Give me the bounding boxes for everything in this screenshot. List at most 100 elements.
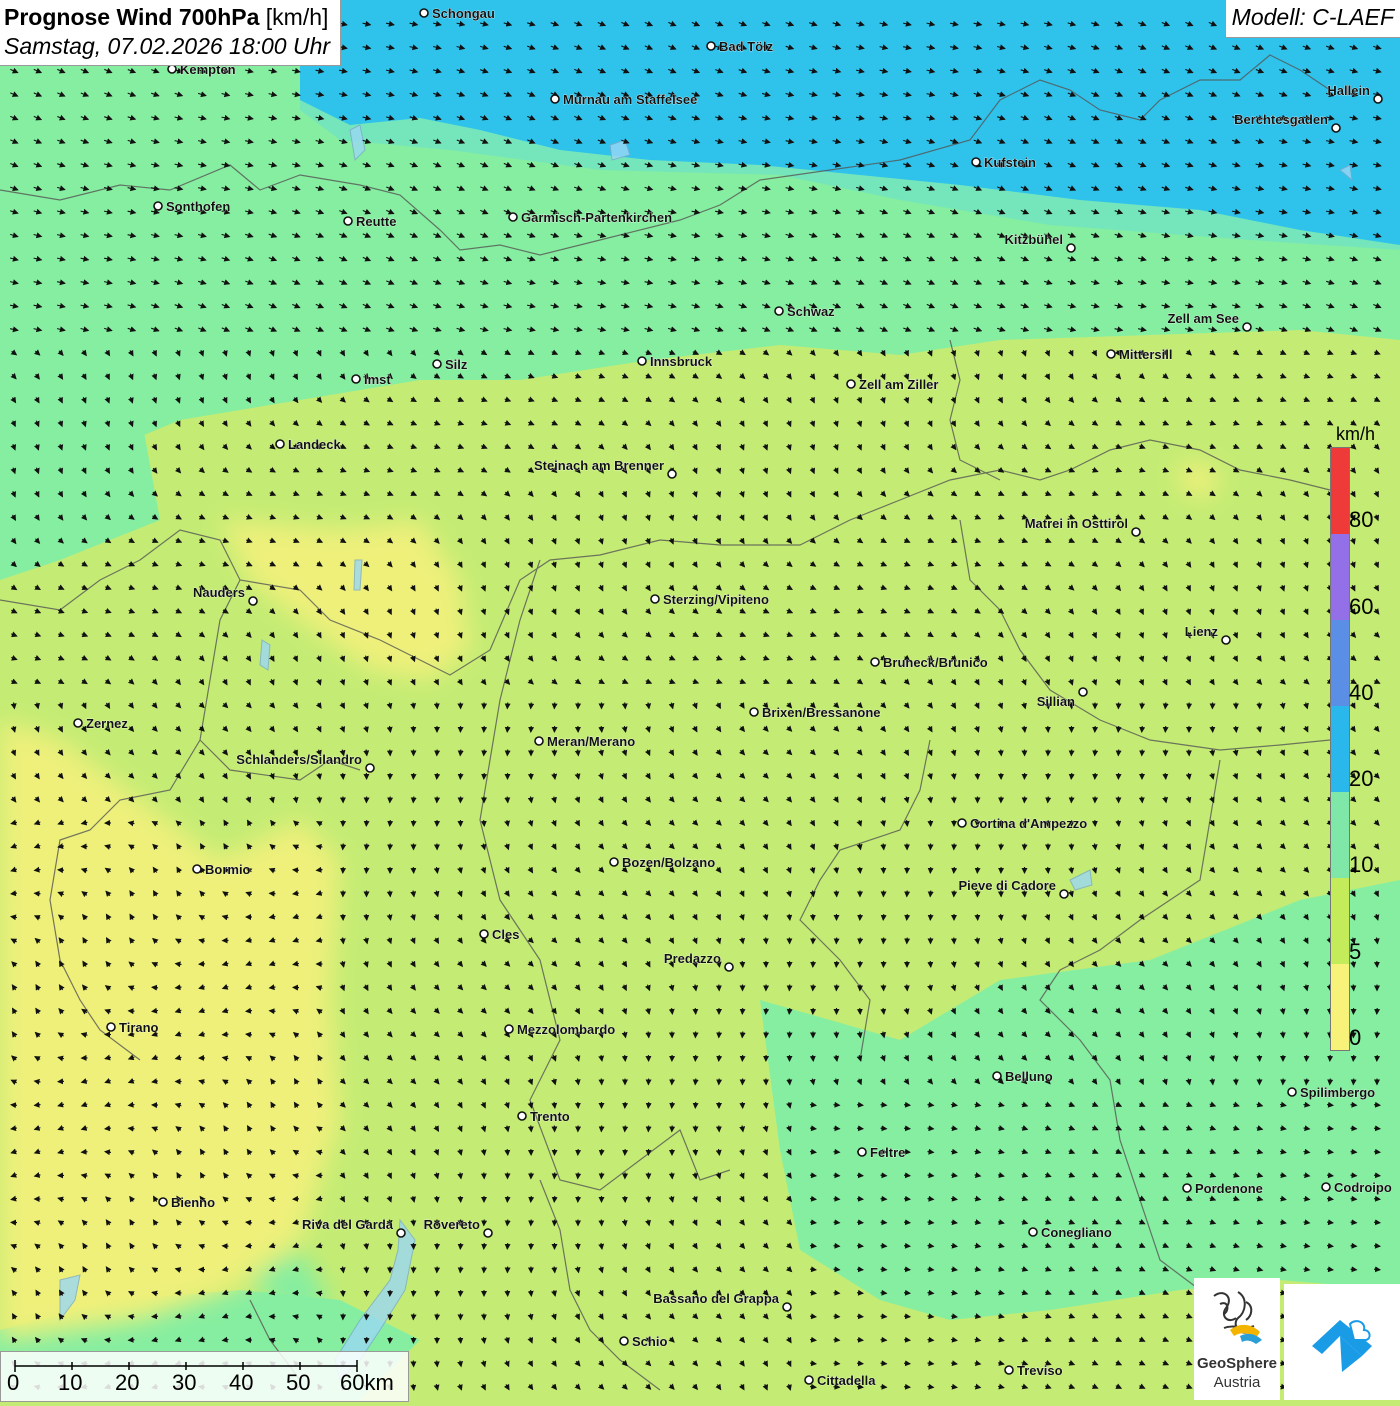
city-label: Zernez [86, 716, 128, 731]
city-marker-icon [993, 1072, 1001, 1080]
wind-arrow [881, 1128, 887, 1129]
app-logo[interactable] [1284, 1284, 1400, 1400]
wind-arrow [904, 1105, 910, 1106]
wind-arrow [1351, 1199, 1357, 1200]
wind-arrow [742, 961, 743, 967]
wind-arrow [390, 820, 391, 826]
wind-arrow [719, 1055, 720, 1061]
legend-tick-60: 60 [1349, 594, 1373, 620]
city-cortina-d-ampezzo: Cortina d'Ampezzo [958, 816, 1087, 831]
city-marker-icon [535, 737, 543, 745]
wind-arrow [437, 773, 438, 779]
wind-arrow [1306, 1008, 1307, 1014]
wind-arrow [1374, 1105, 1380, 1106]
wind-arrow [437, 703, 438, 709]
title-main: Prognose Wind 700hPa [4, 4, 259, 30]
wind-arrow [954, 867, 955, 873]
city-marker-icon [1067, 244, 1075, 252]
city-label: Sonthofen [166, 199, 230, 214]
city-label: Murnau am Staffelsee [563, 92, 697, 107]
title-unit: [km/h] [266, 4, 329, 30]
geosphere-logo[interactable]: GeoSphere Austria [1194, 1278, 1280, 1400]
wind-arrow [813, 1055, 814, 1061]
wind-arrow [1048, 797, 1049, 803]
wind-arrow [1374, 1128, 1380, 1129]
wind-arrow [695, 1079, 696, 1085]
legend-tick-80: 80 [1349, 507, 1373, 533]
city-marker-icon [1132, 528, 1140, 536]
wind-arrow [766, 1008, 767, 1014]
city-marker-icon [433, 360, 441, 368]
city-marker-icon [1288, 1088, 1296, 1096]
wind-arrow [904, 1222, 910, 1223]
city-label: Schlanders/Silandro [236, 752, 362, 767]
wind-map[interactable]: SchongauBad TölzKemptenMurnau am Staffel… [0, 0, 1400, 1400]
wind-arrow [881, 1293, 887, 1294]
wind-arrow [1374, 1269, 1380, 1270]
wind-arrow [881, 1199, 887, 1200]
city-marker-icon [847, 380, 855, 388]
wind-arrow [507, 1149, 508, 1155]
city-marker-icon [505, 1025, 513, 1033]
wind-arrow [1330, 1079, 1331, 1085]
wind-arrow [343, 844, 344, 850]
wind-arrow [834, 1152, 840, 1153]
scale-tick-40: 40 [229, 1370, 253, 1396]
city-marker-icon [725, 963, 733, 971]
city-label: Schio [632, 1334, 667, 1349]
city-label: Trento [530, 1109, 570, 1124]
wind-arrow [366, 844, 367, 850]
city-pordenone: Pordenone [1183, 1181, 1263, 1196]
wind-arrow [1374, 1199, 1380, 1200]
legend-tick-20: 20 [1349, 766, 1373, 792]
wind-arrow [531, 1196, 532, 1202]
wind-arrow [484, 1243, 485, 1249]
wind-arrow [578, 1243, 579, 1249]
city-label: Cortina d'Ampezzo [970, 816, 1087, 831]
wind-arrow [695, 1149, 696, 1155]
scale-tick-20: 20 [115, 1370, 139, 1396]
city-marker-icon [509, 213, 517, 221]
wind-arrow [881, 1222, 887, 1223]
wind-arrow [860, 867, 861, 873]
wind-arrow [270, 1011, 276, 1012]
city-label: Silz [445, 357, 468, 372]
city-label: Imst [364, 372, 391, 387]
wind-arrow [881, 1340, 887, 1341]
geosphere-logo-name: GeoSphere [1194, 1355, 1280, 1372]
city-marker-icon [1029, 1228, 1037, 1236]
city-marker-icon [750, 708, 758, 716]
city-label: Meran/Merano [547, 734, 635, 749]
wind-arrow [766, 938, 767, 944]
scale-tick-10: 10 [58, 1370, 82, 1396]
city-label: Bassano del Grappa [653, 1291, 779, 1306]
wind-arrow [857, 1128, 863, 1129]
city-label: Bruneck/Brunico [883, 655, 988, 670]
city-marker-icon [668, 470, 676, 478]
wind-arrow [601, 726, 602, 732]
city-meran-merano: Meran/Merano [535, 734, 635, 749]
wind-arrow [625, 703, 626, 709]
city-label: Schwaz [787, 304, 835, 319]
wind-arrow [1071, 773, 1072, 779]
wind-arrow [460, 750, 461, 756]
city-marker-icon [783, 1303, 791, 1311]
wind-arrow [857, 1199, 863, 1200]
wind-arrow [977, 844, 978, 850]
city-label: Steinach am Brenner [534, 458, 664, 473]
wind-arrow [904, 1293, 910, 1294]
city-marker-icon [344, 217, 352, 225]
legend-seg-yellow [1331, 964, 1349, 1050]
legend-seg-purple [1331, 534, 1349, 620]
city-marker-icon [397, 1229, 405, 1237]
wind-arrow [1351, 1222, 1357, 1223]
city-marker-icon [775, 307, 783, 315]
wind-arrow [507, 1220, 508, 1226]
wind-arrow [152, 987, 158, 988]
scale-tick-30: 30 [172, 1370, 196, 1396]
wind-arrow [883, 844, 884, 850]
wind-arrow [860, 938, 861, 944]
city-murnau-am-staffelsee: Murnau am Staffelsee [551, 92, 697, 107]
wind-arrow [1374, 1246, 1380, 1247]
wind-arrow [881, 1175, 887, 1176]
